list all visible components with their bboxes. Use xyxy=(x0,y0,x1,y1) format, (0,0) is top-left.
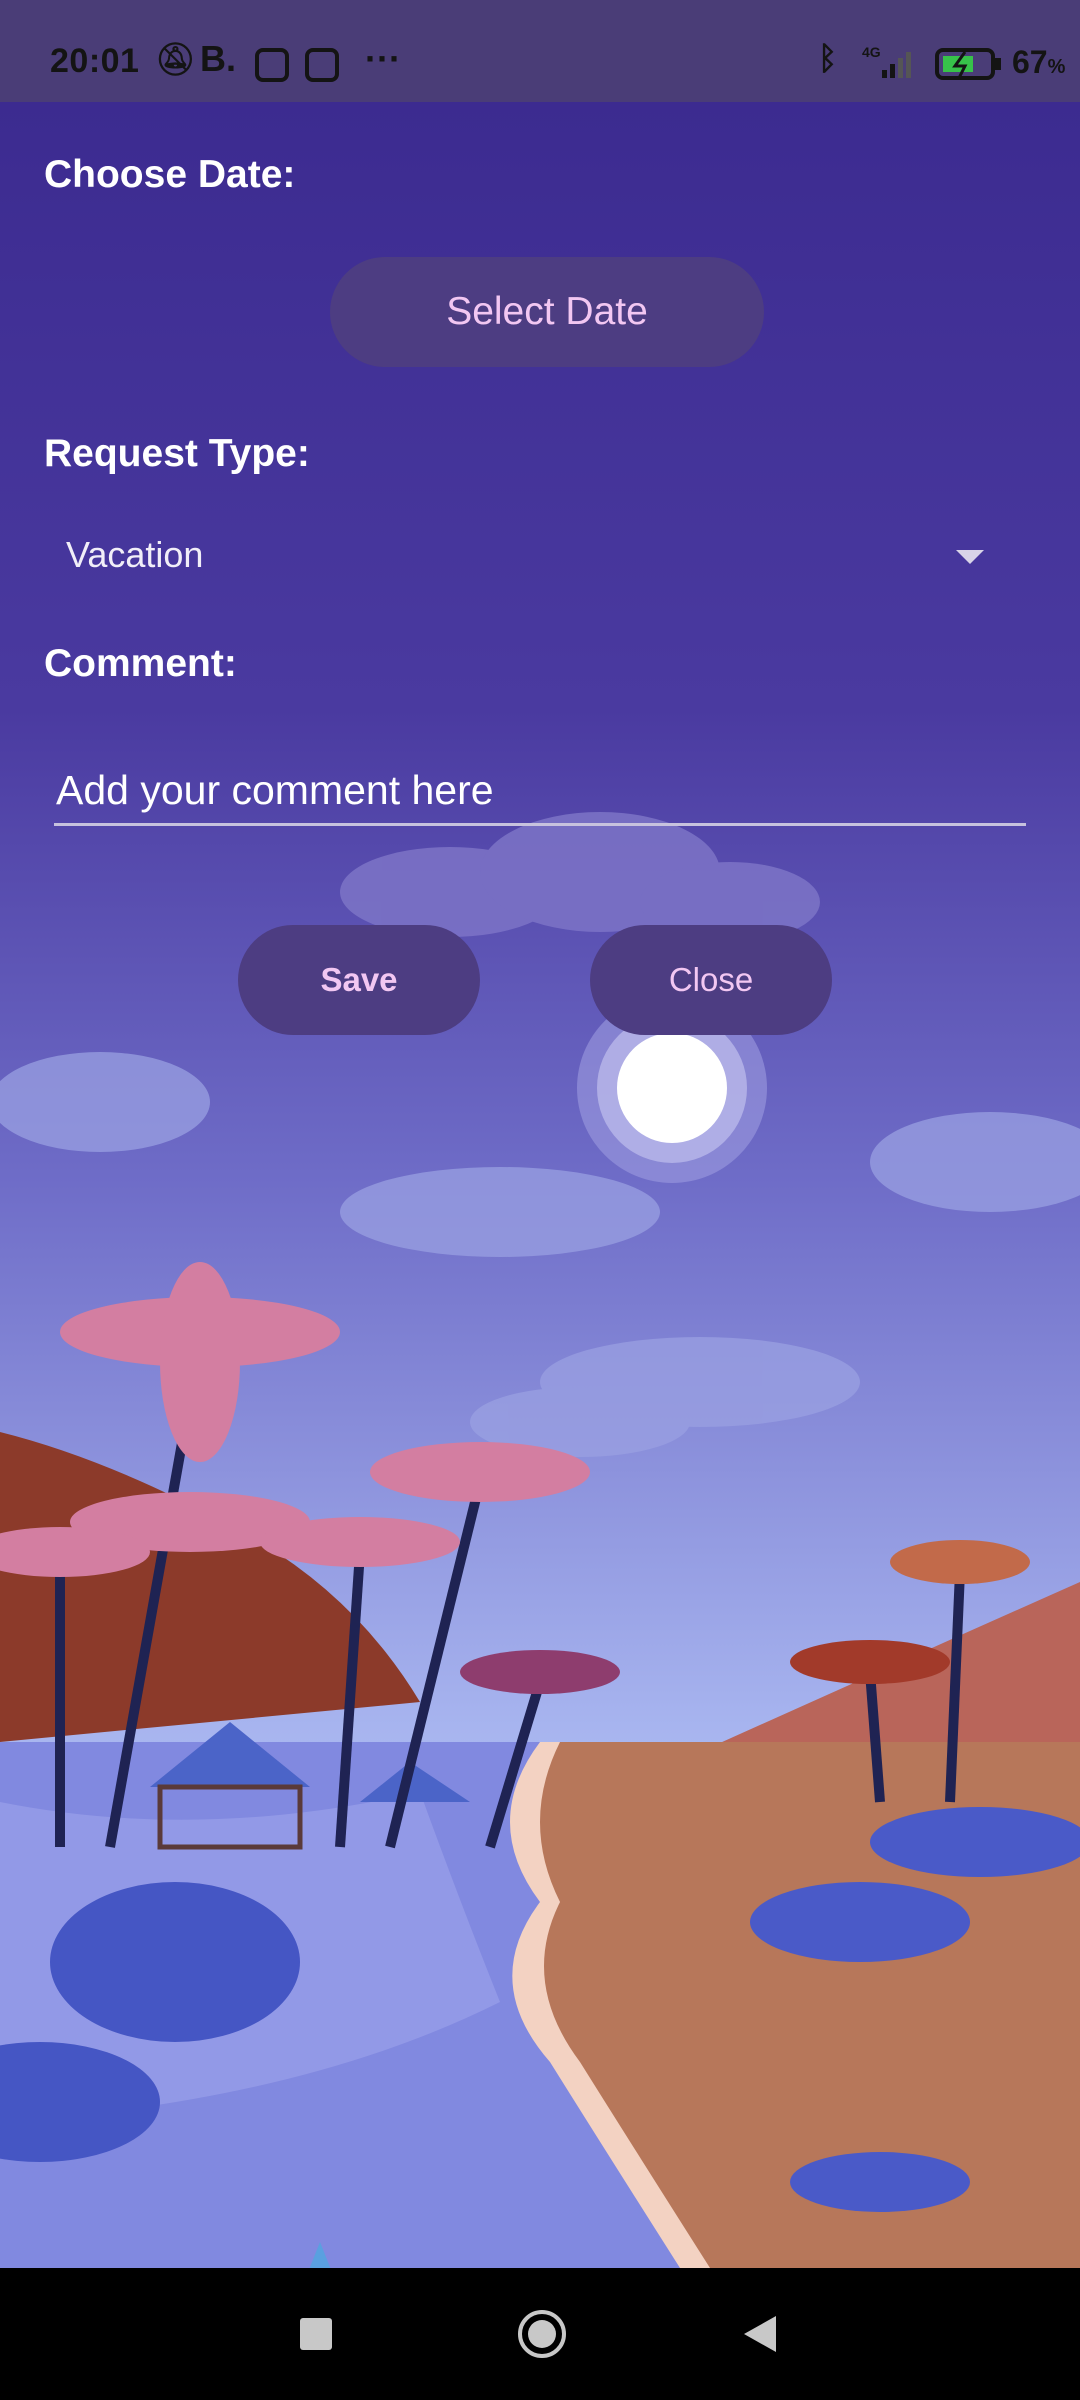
back-icon[interactable] xyxy=(744,2316,776,2352)
dropdown-arrow-icon xyxy=(956,550,984,564)
request-type-selected-value: Vacation xyxy=(66,534,204,575)
close-button[interactable]: Close xyxy=(590,925,832,1035)
choose-date-label: Choose Date: xyxy=(44,153,296,196)
select-date-button[interactable]: Select Date xyxy=(330,257,764,367)
signal-icon xyxy=(882,50,922,83)
save-button[interactable]: Save xyxy=(238,925,480,1035)
home-icon[interactable] xyxy=(518,2310,566,2358)
battery-icon xyxy=(935,48,1003,85)
more-notifications-icon: ··· xyxy=(365,38,401,79)
bluetooth-icon: ᛒ xyxy=(818,40,838,76)
comment-input[interactable]: Add your comment here xyxy=(54,755,1026,826)
recent-apps-icon[interactable] xyxy=(300,2318,332,2350)
request-type-dropdown[interactable]: Vacation xyxy=(44,520,1004,594)
navigation-bar xyxy=(0,2268,1080,2400)
mute-icon: 🔕︎ xyxy=(155,41,196,77)
network-type: 4G xyxy=(862,44,881,60)
instagram-icon xyxy=(305,48,339,82)
notification-app-icon: B. xyxy=(200,38,236,79)
beach-background-illustration xyxy=(0,102,1080,2268)
instagram-icon xyxy=(255,48,289,82)
battery-percentage: 67% xyxy=(1012,44,1066,80)
request-type-label: Request Type: xyxy=(44,432,310,475)
comment-label: Comment: xyxy=(44,642,237,685)
status-bar: 20:01 🔕︎ B. ··· ᛒ 4G 67% xyxy=(0,0,1080,102)
comment-placeholder: Add your comment here xyxy=(56,767,494,813)
status-time: 20:01 xyxy=(50,42,140,80)
